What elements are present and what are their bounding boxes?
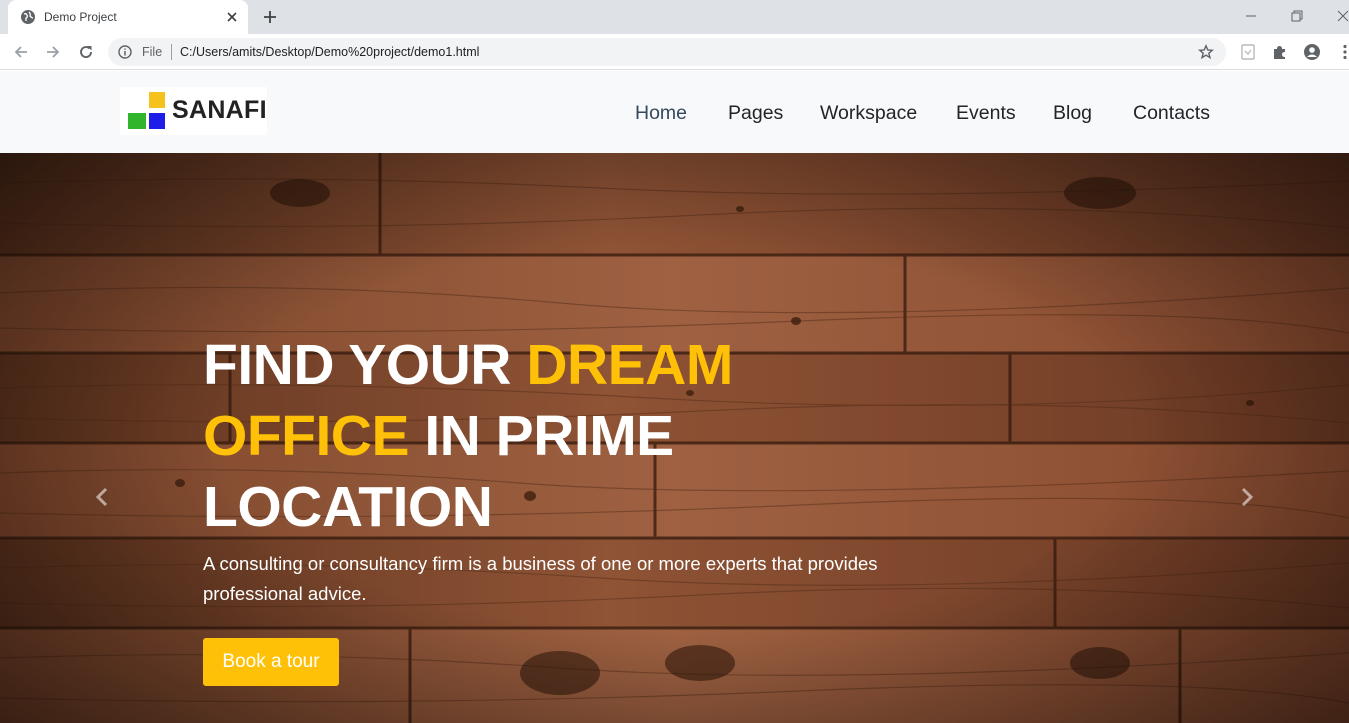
logo-square-right <box>149 113 165 129</box>
back-arrow-icon[interactable] <box>12 43 30 61</box>
logo-text: SANAFI <box>172 96 267 124</box>
site-header: SANAFI Home Pages Workspace Events Blog … <box>0 71 1349 153</box>
hero-carousel: FIND YOUR DREAM OFFICE IN PRIME LOCATION… <box>0 153 1349 723</box>
close-tab-icon[interactable] <box>224 9 240 25</box>
chevron-left-icon[interactable] <box>92 483 112 511</box>
nav-events[interactable]: Events <box>956 102 1016 125</box>
forward-arrow-icon[interactable] <box>44 43 62 61</box>
address-bar[interactable]: File C:/Users/amits/Desktop/Demo%20proje… <box>108 38 1226 66</box>
omnibox-divider <box>171 44 172 60</box>
hero-subtitle: A consulting or consultancy firm is a bu… <box>203 553 878 604</box>
nav-home[interactable]: Home <box>635 102 687 125</box>
minimize-icon[interactable] <box>1243 8 1259 24</box>
book-tour-button[interactable]: Book a tour <box>203 638 339 686</box>
extensions-puzzle-icon[interactable] <box>1271 43 1289 61</box>
profile-avatar-icon[interactable] <box>1303 43 1321 61</box>
restore-icon[interactable] <box>1289 8 1305 24</box>
browser-tab[interactable]: Demo Project <box>8 0 248 34</box>
logo-square-top <box>149 92 165 108</box>
globe-icon <box>21 10 35 24</box>
browser-menu-icon[interactable] <box>1336 43 1349 61</box>
close-window-icon[interactable] <box>1335 8 1349 24</box>
extension-document-icon[interactable] <box>1239 43 1257 61</box>
nav-blog[interactable]: Blog <box>1053 102 1092 125</box>
tab-title: Demo Project <box>44 10 117 24</box>
nav-contacts[interactable]: Contacts <box>1133 102 1210 125</box>
nav-workspace[interactable]: Workspace <box>820 102 917 125</box>
bookmark-star-icon[interactable] <box>1198 44 1214 60</box>
browser-tab-strip: Demo Project <box>0 0 1349 34</box>
hero-title-part1: FIND YOUR <box>203 333 527 397</box>
hero-title-highlight-office: OFFICE <box>203 404 410 468</box>
hero-title: FIND YOUR DREAM OFFICE IN PRIME LOCATION <box>203 330 903 543</box>
new-tab-icon[interactable] <box>261 8 279 26</box>
url-text[interactable]: C:/Users/amits/Desktop/Demo%20project/de… <box>180 45 479 59</box>
browser-toolbar: File C:/Users/amits/Desktop/Demo%20proje… <box>0 34 1349 70</box>
logo-square-left <box>128 113 146 129</box>
nav-pages[interactable]: Pages <box>728 102 783 125</box>
site-logo[interactable]: SANAFI <box>120 87 267 135</box>
hero-title-highlight-dream: DREAM <box>526 333 733 397</box>
file-label: File <box>142 45 163 59</box>
info-icon[interactable] <box>118 45 132 59</box>
chevron-right-icon[interactable] <box>1237 483 1257 511</box>
reload-icon[interactable] <box>77 43 95 61</box>
